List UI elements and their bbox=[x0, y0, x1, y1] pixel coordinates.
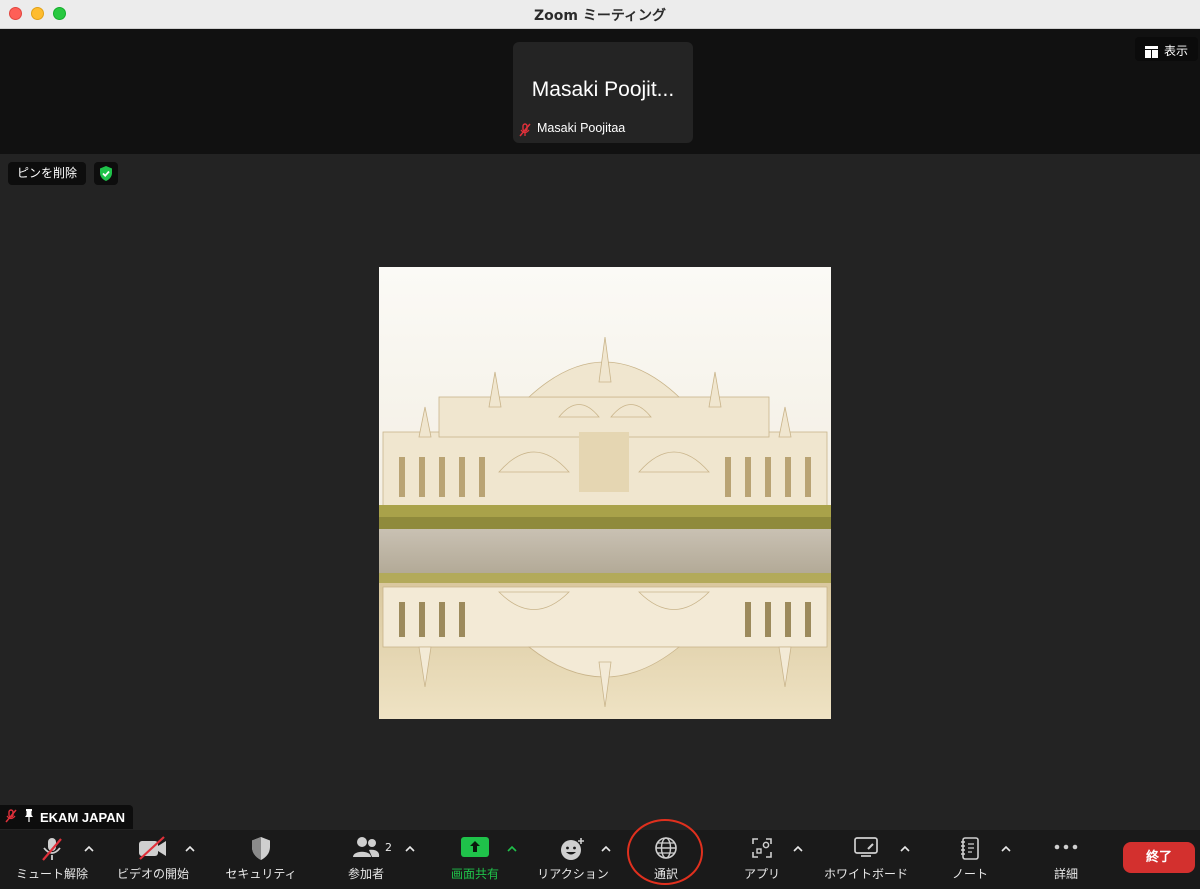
meeting-toolbar: ミュート解除 ビデオの開始 セキュリティ 参加者 2 画面共有 リアクション 通… bbox=[0, 819, 1200, 889]
globe-icon bbox=[654, 836, 678, 864]
shield-check-icon bbox=[100, 166, 112, 181]
emoji-plus-icon bbox=[560, 836, 586, 866]
whiteboard-button[interactable]: ホワイトボード bbox=[816, 830, 916, 889]
chevron-up-icon[interactable] bbox=[792, 843, 804, 855]
participants-icon bbox=[352, 836, 380, 862]
start-video-button[interactable]: ビデオの開始 bbox=[110, 830, 196, 889]
palace-photo bbox=[379, 267, 831, 719]
security-badge[interactable] bbox=[94, 162, 118, 185]
view-button[interactable]: 表示 bbox=[1135, 37, 1198, 61]
video-off-icon bbox=[138, 836, 168, 864]
microphone-muted-icon bbox=[518, 122, 532, 141]
interpretation-button[interactable]: 通訳 bbox=[634, 830, 698, 889]
security-label: セキュリティ bbox=[225, 867, 297, 881]
notes-icon bbox=[959, 836, 981, 866]
chevron-up-icon[interactable] bbox=[83, 843, 95, 855]
apps-button[interactable]: アプリ bbox=[730, 830, 794, 889]
main-stage: ピンを削除 EKAM JAPAN bbox=[0, 154, 1200, 830]
chevron-up-icon[interactable] bbox=[1000, 843, 1012, 855]
unmute-label: ミュート解除 bbox=[15, 867, 88, 881]
interpretation-label: 通訳 bbox=[653, 867, 678, 881]
unmute-button[interactable]: ミュート解除 bbox=[10, 830, 94, 889]
end-meeting-button[interactable]: 終了 bbox=[1123, 842, 1195, 873]
participants-button[interactable]: 参加者 bbox=[334, 830, 398, 889]
microphone-muted-icon bbox=[4, 808, 18, 826]
more-dots-icon bbox=[1053, 836, 1079, 862]
window-title: Zoom ミーティング bbox=[533, 8, 666, 24]
shield-icon bbox=[250, 836, 272, 865]
reactions-button[interactable]: リアクション bbox=[532, 830, 614, 889]
title-bar: Zoom ミーティング bbox=[0, 0, 1200, 29]
speaker-name: EKAM JAPAN bbox=[40, 809, 125, 825]
participant-strip: Masaki Poojit... Masaki Poojitaa 表示 bbox=[0, 29, 1200, 154]
chevron-up-icon[interactable] bbox=[506, 843, 518, 855]
apps-icon bbox=[750, 836, 774, 864]
participant-full-name: Masaki Poojitaa bbox=[537, 121, 626, 135]
whiteboard-label: ホワイトボード bbox=[823, 867, 908, 881]
chevron-up-icon[interactable] bbox=[404, 843, 416, 855]
microphone-muted-icon bbox=[39, 836, 65, 866]
view-button-label: 表示 bbox=[1164, 44, 1189, 58]
chevron-up-icon[interactable] bbox=[899, 843, 911, 855]
share-screen-label: 画面共有 bbox=[450, 867, 499, 881]
notes-label: ノート bbox=[951, 867, 988, 881]
participant-display-name: Masaki Poojit... bbox=[531, 78, 675, 101]
whiteboard-icon bbox=[853, 836, 879, 862]
more-button[interactable]: 詳細 bbox=[1034, 830, 1098, 889]
participants-label: 参加者 bbox=[347, 867, 384, 881]
reactions-label: リアクション bbox=[537, 867, 609, 881]
security-button[interactable]: セキュリティ bbox=[216, 830, 306, 889]
share-screen-icon bbox=[460, 836, 490, 862]
more-label: 詳細 bbox=[1053, 867, 1078, 881]
shared-content-image bbox=[379, 267, 831, 719]
pin-icon bbox=[24, 809, 34, 825]
active-speaker-name-tag: EKAM JAPAN bbox=[0, 805, 133, 829]
share-screen-button[interactable]: 画面共有 bbox=[441, 830, 509, 889]
chevron-up-icon[interactable] bbox=[600, 843, 612, 855]
start-video-label: ビデオの開始 bbox=[116, 867, 189, 881]
apps-label: アプリ bbox=[743, 867, 780, 881]
unpin-button[interactable]: ピンを削除 bbox=[8, 162, 87, 185]
chevron-up-icon[interactable] bbox=[184, 843, 196, 855]
participants-count: 2 bbox=[385, 841, 392, 854]
grid-view-icon bbox=[1145, 43, 1158, 62]
participant-tile[interactable]: Masaki Poojit... Masaki Poojitaa bbox=[513, 42, 693, 143]
notes-button[interactable]: ノート bbox=[938, 830, 1002, 889]
